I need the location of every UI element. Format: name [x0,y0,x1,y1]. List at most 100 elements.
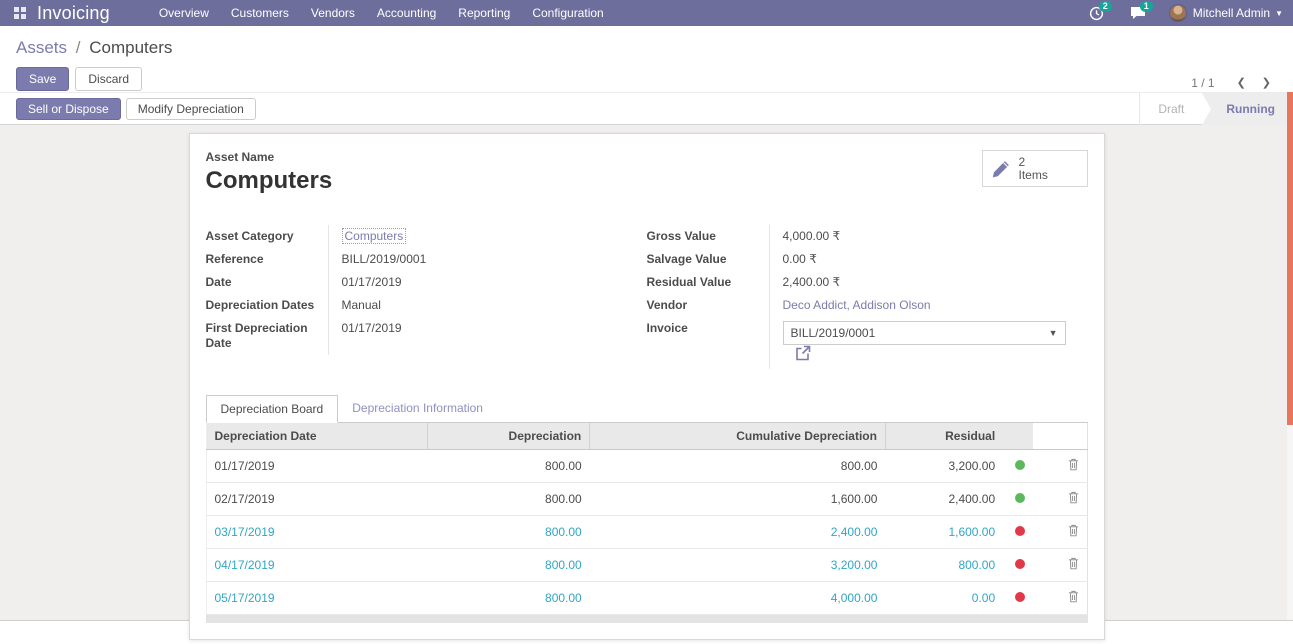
cell-cumulative[interactable]: 2,400.00 [590,516,886,549]
table-footer [206,615,1088,623]
cell-cumulative[interactable]: 4,000.00 [590,582,886,615]
user-menu[interactable]: Mitchell Admin ▼ [1169,4,1283,22]
asset-category-value[interactable]: Computers [342,228,407,244]
col-delete [1033,423,1087,450]
app-navbar: Invoicing Overview Customers Vendors Acc… [0,0,1293,26]
trash-icon [1068,458,1079,471]
posted-status-dot [1015,460,1025,470]
cell-depreciation[interactable]: 800.00 [427,483,590,516]
tab-depreciation-board[interactable]: Depreciation Board [206,395,339,423]
state-draft[interactable]: Draft [1140,93,1202,125]
pager: 1 / 1 ❮ ❯ [1191,74,1279,91]
salvage-value-value[interactable]: 0.00 ₹ [769,248,1070,271]
pager-next-icon[interactable]: ❯ [1254,74,1279,91]
asset-name-value[interactable]: Computers [206,167,1088,195]
gross-value-value[interactable]: 4,000.00 ₹ [769,225,1070,248]
messages-button[interactable]: 1 [1130,6,1146,20]
col-residual[interactable]: Residual [885,423,1003,450]
depreciation-table: Depreciation Date Depreciation Cumulativ… [206,423,1088,615]
menu-reporting[interactable]: Reporting [447,0,521,26]
cell-depreciation[interactable]: 800.00 [427,450,590,483]
cell-depreciation[interactable]: 800.00 [427,582,590,615]
pager-count: 1 / 1 [1191,76,1214,90]
activity-badge: 2 [1099,1,1112,12]
first-depreciation-date-label: First Depreciation Date [206,317,328,355]
activities-button[interactable]: 2 [1089,6,1104,21]
asset-form-sheet: 2 Items Asset Name Computers Asset Categ… [189,133,1105,640]
trash-icon [1068,557,1079,570]
table-row[interactable]: 01/17/2019 800.00 800.00 3,200.00 [206,450,1087,483]
breadcrumb-current: Computers [89,38,172,57]
col-depreciation[interactable]: Depreciation [427,423,590,450]
cell-date[interactable]: 04/17/2019 [206,549,427,582]
table-row[interactable]: 05/17/2019 800.00 4,000.00 0.00 [206,582,1087,615]
cell-date[interactable]: 02/17/2019 [206,483,427,516]
table-row[interactable]: 03/17/2019 800.00 2,400.00 1,600.00 [206,516,1087,549]
delete-row-button[interactable] [1068,458,1079,474]
menu-vendors[interactable]: Vendors [300,0,366,26]
date-label: Date [206,271,328,294]
col-cumulative-depreciation[interactable]: Cumulative Depreciation [590,423,886,450]
delete-row-button[interactable] [1068,491,1079,507]
asset-category-label: Asset Category [206,225,328,248]
menu-overview[interactable]: Overview [148,0,220,26]
depreciation-dates-value[interactable]: Manual [328,294,629,317]
table-row[interactable]: 02/17/2019 800.00 1,600.00 2,400.00 [206,483,1087,516]
delete-row-button[interactable] [1068,557,1079,573]
save-button[interactable]: Save [16,67,69,91]
cell-depreciation[interactable]: 800.00 [427,516,590,549]
delete-row-button[interactable] [1068,590,1079,606]
cell-depreciation[interactable]: 800.00 [427,549,590,582]
statusbar: Sell or Dispose Modify Depreciation Draf… [0,92,1293,125]
app-title[interactable]: Invoicing [37,3,110,24]
scrollbar-thumb[interactable] [1287,92,1293,425]
main-menu: Overview Customers Vendors Accounting Re… [148,0,615,26]
invoice-select[interactable]: BILL/2019/0001 ▼ [783,321,1066,345]
delete-row-button[interactable] [1068,524,1079,540]
trash-icon [1068,590,1079,603]
col-depreciation-date[interactable]: Depreciation Date [206,423,427,450]
unposted-status-dot [1015,592,1025,602]
cell-cumulative[interactable]: 800.00 [590,450,886,483]
modify-depreciation-button[interactable]: Modify Depreciation [126,98,256,120]
reference-value[interactable]: BILL/2019/0001 [328,248,629,271]
invoice-label: Invoice [647,317,769,369]
menu-configuration[interactable]: Configuration [521,0,614,26]
date-value[interactable]: 01/17/2019 [328,271,629,294]
cell-cumulative[interactable]: 3,200.00 [590,549,886,582]
tab-depreciation-information[interactable]: Depreciation Information [338,395,497,422]
cell-date[interactable]: 03/17/2019 [206,516,427,549]
items-label: Items [1019,169,1048,182]
items-stat-button[interactable]: 2 Items [982,150,1088,187]
depreciation-dates-label: Depreciation Dates [206,294,328,317]
first-depreciation-date-value[interactable]: 01/17/2019 [328,317,629,355]
vendor-value[interactable]: Deco Addict, Addison Olson [783,298,931,312]
asset-name-label: Asset Name [206,150,1088,164]
unposted-status-dot [1015,559,1025,569]
trash-icon [1068,524,1079,537]
apps-grid-icon[interactable] [14,7,27,20]
notebook: Depreciation Board Depreciation Informat… [206,395,1088,623]
state-running[interactable]: Running [1202,93,1293,125]
cell-residual[interactable]: 2,400.00 [885,483,1003,516]
menu-customers[interactable]: Customers [220,0,300,26]
cell-residual[interactable]: 1,600.00 [885,516,1003,549]
statusbar-states: Draft Running [1139,93,1293,125]
discard-button[interactable]: Discard [75,67,142,91]
menu-accounting[interactable]: Accounting [366,0,447,26]
control-panel: Assets / Computers Save Discard 1 / 1 ❮ … [0,26,1293,92]
cell-residual[interactable]: 3,200.00 [885,450,1003,483]
unposted-status-dot [1015,526,1025,536]
pager-prev-icon[interactable]: ❮ [1229,74,1254,91]
message-badge: 1 [1140,1,1153,12]
cell-residual[interactable]: 0.00 [885,582,1003,615]
cell-cumulative[interactable]: 1,600.00 [590,483,886,516]
sell-or-dispose-button[interactable]: Sell or Dispose [16,98,121,120]
residual-value-value[interactable]: 2,400.00 ₹ [769,271,1070,294]
cell-date[interactable]: 05/17/2019 [206,582,427,615]
external-link-icon[interactable] [795,345,811,365]
table-row[interactable]: 04/17/2019 800.00 3,200.00 800.00 [206,549,1087,582]
cell-residual[interactable]: 800.00 [885,549,1003,582]
cell-date[interactable]: 01/17/2019 [206,450,427,483]
breadcrumb-assets[interactable]: Assets [16,38,67,57]
